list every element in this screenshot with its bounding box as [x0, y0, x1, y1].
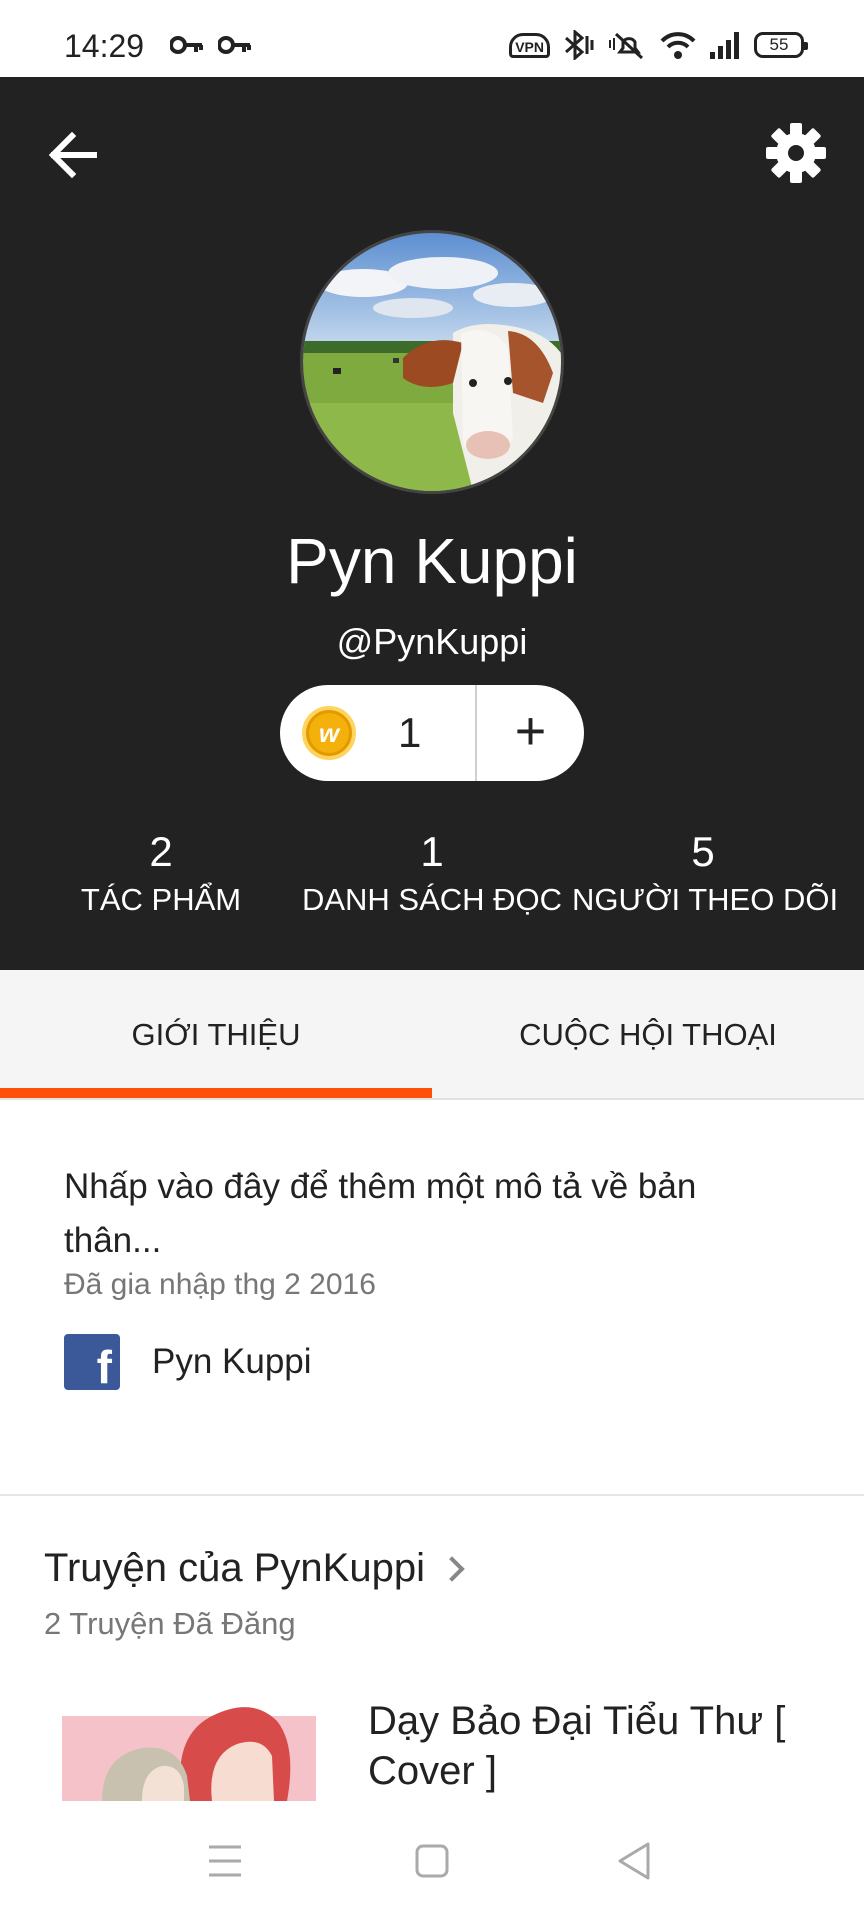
stat-followers-label: NGƯỜI THEO DÕI [572, 882, 839, 917]
status-time: 14:29 [64, 28, 145, 64]
nav-home-button[interactable] [392, 1831, 472, 1891]
stat-works[interactable]: 2 TÁC PHẨM [30, 828, 292, 918]
status-bar: 14:29 VPN 55 [0, 0, 864, 77]
joined-date: Đã gia nhập thg 2 2016 [64, 1268, 376, 1301]
profile-description[interactable]: Nhấp vào đây để thêm một mô tả về bản th… [64, 1160, 784, 1268]
system-nav-bar [0, 1801, 864, 1920]
gear-icon [766, 123, 826, 183]
username: @PynKuppi [336, 621, 528, 662]
stat-works-value: 2 [149, 828, 173, 875]
stories-count: 2 Truyện Đã Đăng [44, 1606, 296, 1641]
arrow-left-icon [48, 131, 97, 179]
back-button[interactable] [44, 127, 104, 183]
active-tab-indicator [0, 1088, 432, 1098]
nav-menu-button[interactable] [185, 1831, 265, 1891]
status-keys [170, 36, 252, 54]
avatar-image [303, 233, 561, 491]
battery-icon: 55 [754, 32, 808, 58]
story-title[interactable]: Dạy Bảo Đại Tiểu Thư [ Cover ] [368, 1696, 808, 1796]
key-icon [170, 36, 203, 54]
coin-balance[interactable]: w 1 + [280, 685, 584, 781]
back-triangle-icon [618, 1842, 650, 1880]
coin-count: 1 [398, 709, 422, 756]
stories-header[interactable]: Truyện của PynKuppi [44, 1546, 465, 1591]
stat-works-label: TÁC PHẨM [80, 882, 242, 917]
menu-icon [209, 1845, 241, 1877]
profile-stats: 2 TÁC PHẨM 1 DANH SÁCH ĐỌC 5 NGƯỜI THEO … [0, 828, 864, 928]
settings-button[interactable] [764, 121, 828, 185]
stat-followers[interactable]: 5 NGƯỜI THEO DÕI [572, 828, 839, 918]
profile-tabs: GIỚI THIỆU CUỘC HỘI THOẠI [0, 970, 864, 1100]
bluetooth-icon [565, 30, 594, 60]
mute-icon [609, 32, 644, 60]
chevron-right-icon [439, 1555, 465, 1582]
wifi-icon [660, 32, 696, 59]
coin-icon: w [302, 706, 356, 760]
tab-conversations[interactable]: CUỘC HỘI THOẠI [432, 970, 864, 1100]
signal-icon [710, 32, 739, 59]
add-coins-button[interactable]: + [477, 685, 584, 781]
stories-title: Truyện của PynKuppi [44, 1546, 425, 1590]
stat-reading-lists[interactable]: 1 DANH SÁCH ĐỌC [292, 828, 572, 918]
stat-followers-value: 5 [691, 828, 715, 875]
vpn-icon: VPN [509, 32, 550, 58]
story-cover[interactable] [62, 1696, 316, 1801]
stories-section: Truyện của PynKuppi 2 Truyện Đã Đăng Dạy… [0, 1496, 864, 1801]
about-section: Nhấp vào đây để thêm một mô tả về bản th… [0, 1100, 864, 1496]
story-cover-image [62, 1696, 316, 1801]
display-name: Pyn Kuppi [286, 525, 578, 597]
stat-reading-lists-value: 1 [420, 828, 444, 875]
profile-header: Pyn Kuppi @PynKuppi w 1 + 2 TÁC PHẨM 1 D… [0, 77, 864, 970]
home-square-icon [415, 1844, 449, 1878]
nav-back-button[interactable] [596, 1831, 676, 1891]
tab-about[interactable]: GIỚI THIỆU [0, 970, 432, 1100]
key-icon [218, 36, 251, 54]
status-icons: VPN 55 [509, 30, 808, 60]
facebook-name[interactable]: Pyn Kuppi [152, 1342, 312, 1382]
stat-reading-lists-label: DANH SÁCH ĐỌC [301, 882, 563, 917]
facebook-icon: f [64, 1334, 120, 1390]
avatar[interactable] [300, 230, 564, 494]
